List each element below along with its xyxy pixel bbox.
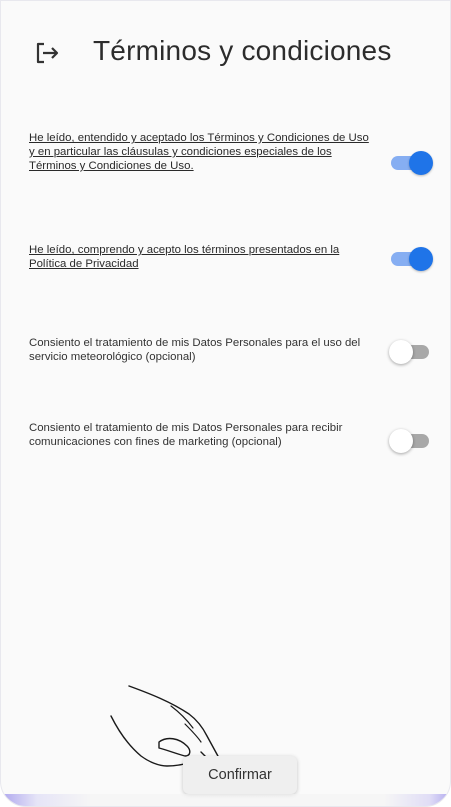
- marketing-consent-switch[interactable]: [389, 427, 433, 455]
- switch-thumb: [389, 340, 413, 364]
- weather-consent-text: Consiento el tratamiento de mis Datos Pe…: [29, 337, 361, 363]
- consent-row-weather: Consiento el tratamiento de mis Datos Pe…: [29, 336, 429, 376]
- terms-consent-link[interactable]: He leído, entendido y aceptado los Térmi…: [29, 131, 374, 173]
- consent-row-privacy: He leído, comprendo y acepto los término…: [29, 243, 433, 283]
- consent-row-terms: He leído, entendido y aceptado los Térmi…: [29, 131, 433, 211]
- logout-arrow-icon[interactable]: [33, 39, 61, 67]
- app-screen: Términos y condiciones He leído, entendi…: [0, 0, 451, 807]
- bottom-accent-bar: [1, 794, 450, 806]
- page-title: Términos y condiciones: [93, 35, 392, 66]
- consent-row-marketing: Consiento el tratamiento de mis Datos Pe…: [29, 421, 429, 471]
- switch-thumb: [409, 151, 433, 175]
- weather-consent-switch[interactable]: [389, 338, 433, 366]
- marketing-consent-text: Consiento el tratamiento de mis Datos Pe…: [29, 422, 343, 448]
- switch-thumb: [409, 247, 433, 271]
- confirm-button[interactable]: Confirmar: [183, 756, 297, 794]
- header: Términos y condiciones: [1, 1, 450, 101]
- terms-consent-switch[interactable]: [389, 149, 433, 177]
- privacy-consent-switch[interactable]: [389, 245, 433, 273]
- privacy-consent-link[interactable]: He leído, comprendo y acepto los término…: [29, 243, 374, 271]
- switch-thumb: [389, 429, 413, 453]
